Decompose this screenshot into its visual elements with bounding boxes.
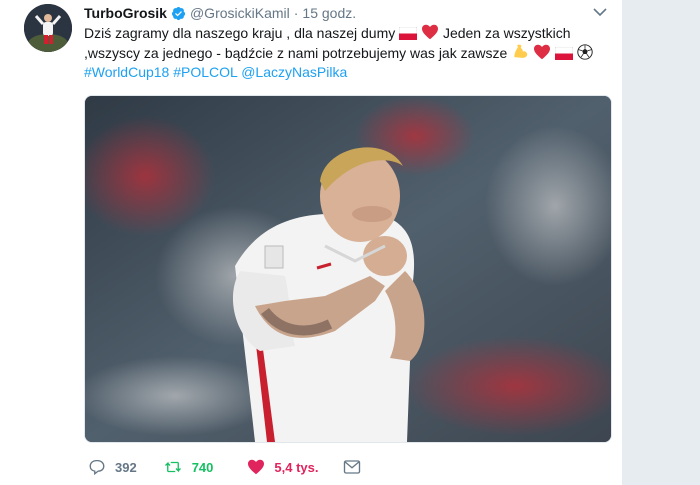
avatar-image: [24, 4, 72, 52]
tweet-actions: 392 740 5,4 tys.: [88, 456, 361, 478]
display-name[interactable]: TurboGrosik: [84, 4, 167, 22]
retweet-icon: [164, 461, 181, 473]
tweet-header: TurboGrosik @GrosickiKamil · 15 godz.: [84, 4, 356, 22]
user-handle[interactable]: @GrosickiKamil: [190, 4, 290, 22]
user-avatar[interactable]: [24, 4, 72, 52]
player-photo: [85, 96, 611, 442]
retweet-button[interactable]: 740: [163, 458, 214, 476]
reply-count: 392: [115, 459, 137, 475]
tweet-media-photo[interactable]: [84, 95, 612, 443]
envelope-icon: [343, 460, 360, 474]
red-heart-icon: [534, 44, 551, 60]
chevron-down-icon[interactable]: [592, 6, 608, 18]
poland-flag-icon: [399, 27, 418, 40]
poland-flag-icon: [554, 47, 573, 60]
separator-dot: ·: [293, 5, 299, 21]
soccer-ball-icon: [577, 44, 593, 60]
reply-button[interactable]: 392: [88, 458, 137, 476]
reply-icon: [89, 459, 105, 476]
tweet-line-2: ,wszyscy za jednego - bądźcie z nami pot…: [84, 43, 604, 63]
direct-message-button[interactable]: [343, 459, 361, 475]
tweet-card[interactable]: TurboGrosik @GrosickiKamil · 15 godz. Dz…: [0, 0, 623, 485]
tweet-text: Dziś zagramy dla naszego kraju , dla nas…: [84, 24, 604, 82]
heart-icon: [248, 459, 265, 475]
verified-badge-icon: [171, 6, 186, 20]
tweet-timestamp[interactable]: 15 godz.: [302, 4, 356, 22]
like-button[interactable]: 5,4 tys.: [247, 459, 319, 475]
retweet-count: 740: [191, 459, 214, 475]
hashtag-polcol[interactable]: #POLCOL: [173, 64, 237, 80]
flexed-biceps-icon: [514, 44, 528, 58]
red-heart-icon: [422, 24, 439, 40]
mention-laczynaspilka[interactable]: @LaczyNasPilka: [241, 64, 347, 80]
tweet-line-1: Dziś zagramy dla naszego kraju , dla nas…: [84, 24, 571, 41]
tweet-hashtags: #WorldCup18 #POLCOL @LaczyNasPilka: [84, 63, 604, 82]
hashtag-worldcup18[interactable]: #WorldCup18: [84, 64, 169, 80]
like-count: 5,4 tys.: [274, 459, 319, 475]
